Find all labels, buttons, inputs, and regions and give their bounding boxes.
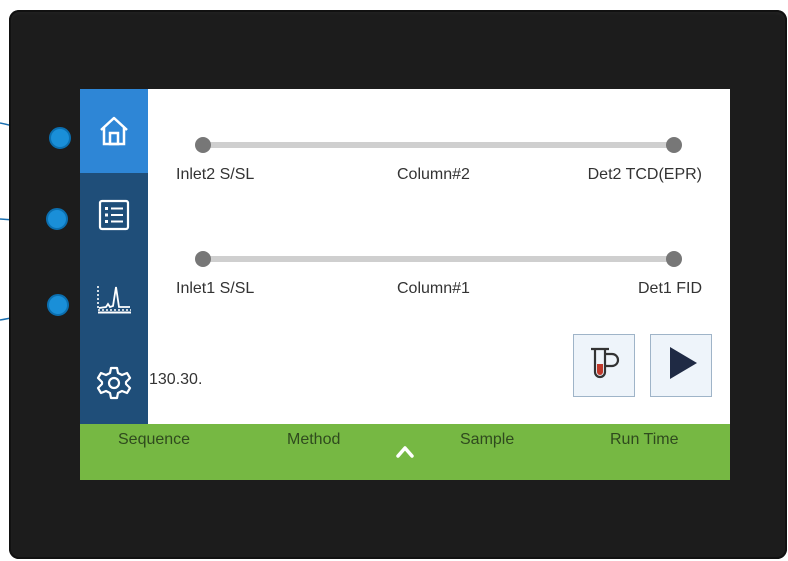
tab-run-time[interactable]: Run Time (610, 431, 678, 449)
sample-vial-icon (585, 344, 623, 387)
run-button[interactable] (650, 334, 712, 397)
tab-sample[interactable]: Sample (460, 431, 514, 449)
detector-node (666, 251, 682, 267)
inlet-node (195, 251, 211, 267)
list-icon (97, 198, 131, 232)
sidebar-item-home[interactable] (80, 89, 148, 173)
detector-label: Det1 FID (637, 280, 702, 297)
bottom-bar: Sequence Method Sample Run Time (80, 424, 730, 480)
sidebar-item-chromatogram[interactable] (80, 257, 148, 341)
main-panel: Inlet2 S/SL Column#2 Det2 TCD(EPR) Inlet… (148, 89, 730, 424)
callout-dot (47, 294, 69, 316)
callout-dot (46, 208, 68, 230)
chevron-up-icon[interactable] (396, 444, 414, 458)
inlet-node (195, 137, 211, 153)
home-icon (97, 114, 131, 148)
touch-screen: Inlet2 S/SL Column#2 Det2 TCD(EPR) Inlet… (80, 89, 730, 480)
tab-method[interactable]: Method (287, 431, 340, 449)
detector-label: Det2 TCD(EPR) (587, 166, 702, 183)
column-label: Column#2 (397, 166, 470, 183)
sidebar-item-list[interactable] (80, 173, 148, 257)
flow-line (202, 256, 674, 262)
flow-line (202, 142, 674, 148)
flow-path-2[interactable]: Inlet2 S/SL Column#2 Det2 TCD(EPR) (148, 137, 730, 222)
status-value: 130.30. (149, 371, 203, 388)
sample-button[interactable] (573, 334, 635, 397)
column-label: Column#1 (397, 280, 470, 297)
inlet-label: Inlet1 S/SL (176, 280, 255, 297)
gear-icon (96, 365, 132, 401)
callout-dot (49, 127, 71, 149)
play-icon (661, 343, 701, 388)
sidebar-item-settings[interactable] (80, 341, 148, 425)
tab-sequence[interactable]: Sequence (118, 431, 190, 449)
flow-path-1[interactable]: Inlet1 S/SL Column#1 Det1 FID (148, 251, 730, 336)
inlet-label: Inlet2 S/SL (176, 166, 255, 183)
detector-node (666, 137, 682, 153)
chromatogram-icon (94, 282, 134, 316)
sidebar (80, 89, 148, 424)
